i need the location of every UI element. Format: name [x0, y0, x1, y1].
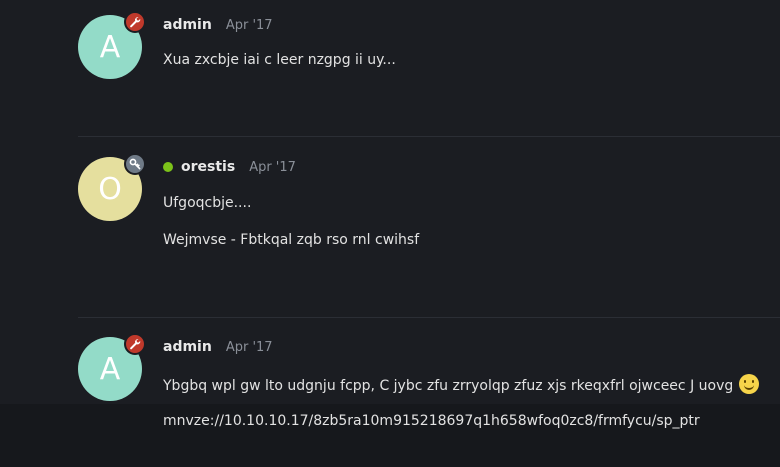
post-text-line: Ybgbq wpl gw lto udgnju fcpp, C jybc zfu…: [163, 374, 760, 394]
post-meta: orestis Apr '17: [163, 157, 296, 177]
wrench-icon: [124, 333, 146, 355]
username[interactable]: admin: [163, 339, 212, 355]
post-divider: [78, 136, 780, 137]
avatar-letter: A: [99, 351, 121, 387]
post-date[interactable]: Apr '17: [226, 18, 273, 33]
post-meta: admin Apr '17: [163, 337, 273, 357]
key-icon: [124, 153, 146, 175]
post-text: Xua zxcbje iai c leer nzgpg ii uy...: [163, 52, 396, 68]
post-link[interactable]: mnvze://10.10.10.17/8zb5ra10m915218697q1…: [163, 413, 700, 429]
avatar[interactable]: A: [78, 11, 146, 79]
avatar-letter: A: [99, 29, 121, 65]
post-date[interactable]: Apr '17: [226, 340, 273, 355]
username[interactable]: admin: [163, 17, 212, 33]
online-indicator: [163, 162, 173, 172]
post-meta: admin Apr '17: [163, 15, 273, 35]
username[interactable]: orestis: [181, 159, 235, 175]
avatar[interactable]: A: [78, 333, 146, 401]
post-date[interactable]: Apr '17: [249, 160, 296, 175]
post-divider: [78, 317, 780, 318]
post-text: Ybgbq wpl gw lto udgnju fcpp, C jybc zfu…: [163, 378, 734, 394]
slightly-smiling-face-icon: [739, 374, 760, 394]
post-text: Wejmvse - Fbtkqal zqb rso rnl cwihsf: [163, 232, 420, 248]
wrench-icon: [124, 11, 146, 33]
avatar-letter: O: [98, 171, 122, 207]
avatar[interactable]: O: [78, 153, 146, 221]
post-text: Ufgoqcbje....: [163, 195, 252, 211]
